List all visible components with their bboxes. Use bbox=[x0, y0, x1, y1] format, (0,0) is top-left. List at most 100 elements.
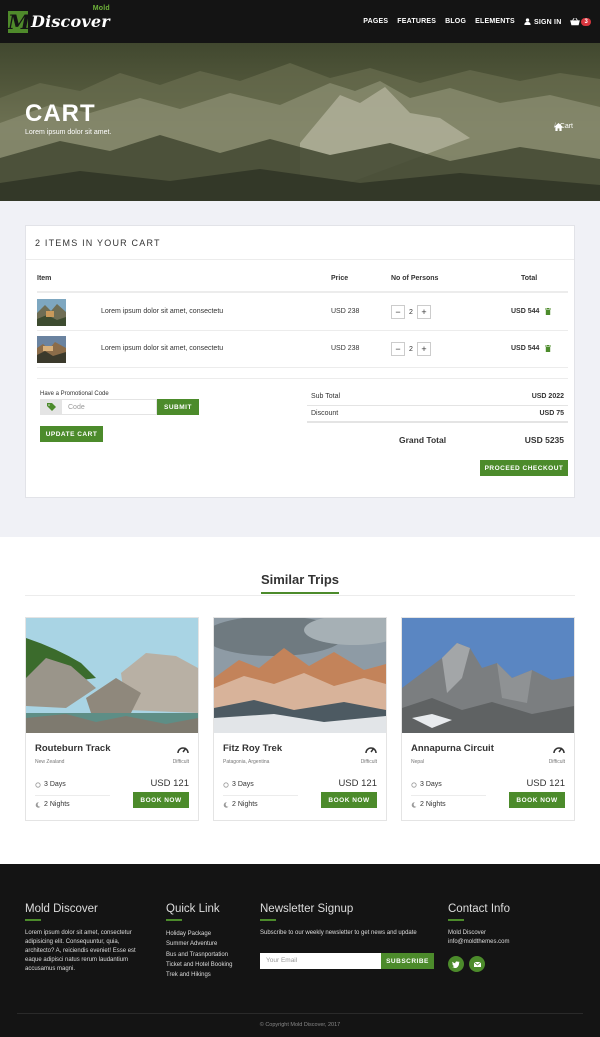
menu-item-elements[interactable]: ELEMENTS bbox=[475, 18, 515, 25]
discount-line: Discount USD 75 bbox=[307, 406, 568, 423]
tag-icon bbox=[40, 399, 62, 415]
footer-contact: Contact Info Mold Discover info@moldthem… bbox=[448, 903, 578, 972]
trip-image[interactable] bbox=[26, 618, 198, 733]
qty-minus-button[interactable]: − bbox=[391, 305, 405, 319]
trash-icon[interactable] bbox=[545, 345, 551, 352]
book-now-button[interactable]: BOOK NOW bbox=[133, 792, 189, 808]
subtotal-value: USD 2022 bbox=[531, 393, 564, 400]
qty-plus-button[interactable]: + bbox=[417, 342, 431, 356]
book-now-button[interactable]: BOOK NOW bbox=[321, 792, 377, 808]
trip-card: Annapurna Circuit Nepal Difficult 3 Days… bbox=[401, 617, 575, 821]
user-icon bbox=[524, 17, 531, 25]
menu-item-features[interactable]: FEATURES bbox=[397, 18, 436, 25]
item-name[interactable]: Lorem ipsum dolor sit amet, consectetu bbox=[101, 345, 223, 352]
trash-icon[interactable] bbox=[545, 308, 551, 315]
grand-total-line: Grand Total USD 5235 bbox=[307, 432, 568, 450]
contact-email[interactable]: info@moldthemes.com bbox=[448, 938, 578, 947]
trip-image[interactable] bbox=[402, 618, 574, 733]
trip-name[interactable]: Routeburn Track bbox=[35, 743, 111, 754]
trip-card: Fitz Roy Trek Patagonia, Argentina Diffi… bbox=[213, 617, 387, 821]
home-icon[interactable] bbox=[553, 123, 563, 131]
copyright: © Copyright Mold Discover, 2017 bbox=[259, 1022, 341, 1028]
mail-icon[interactable] bbox=[469, 956, 485, 972]
trip-image[interactable] bbox=[214, 618, 386, 733]
signin-link[interactable]: SIGN IN bbox=[524, 17, 562, 26]
divider bbox=[25, 595, 575, 596]
footer-quick-links: Quick Link Holiday Package Summer Advent… bbox=[166, 903, 246, 980]
logo[interactable]: M Discover Mold bbox=[8, 5, 110, 34]
title-underline bbox=[261, 592, 339, 594]
submit-promo-button[interactable]: SUBMIT bbox=[157, 399, 199, 415]
footer-news-title: Newsletter Signup bbox=[260, 903, 354, 915]
footer-contact-title: Contact Info bbox=[448, 903, 511, 915]
trip-price: USD 121 bbox=[338, 778, 377, 789]
update-cart-button[interactable]: UPDATE CART bbox=[40, 426, 103, 442]
book-now-button[interactable]: BOOK NOW bbox=[509, 792, 565, 808]
subtotal-line: Sub Total USD 2022 bbox=[307, 389, 568, 406]
contact-name: Mold Discover bbox=[448, 930, 487, 936]
footer-news-text: Subscribe to our weekly newsletter to ge… bbox=[260, 930, 417, 936]
similar-trips-title: Similar Trips bbox=[260, 572, 340, 587]
trip-difficulty: Difficult bbox=[548, 759, 565, 765]
proceed-checkout-button[interactable]: PROCEED CHECKOUT bbox=[480, 460, 568, 476]
discount-value: USD 75 bbox=[539, 410, 564, 417]
trip-location: Nepal bbox=[411, 759, 425, 765]
col-price: Price bbox=[331, 275, 349, 282]
footer-link[interactable]: Summer Adventure bbox=[166, 939, 246, 949]
qty-plus-button[interactable]: + bbox=[417, 305, 431, 319]
logo-text: Discover Mold bbox=[31, 5, 110, 31]
trip-days-label: 3 Days bbox=[420, 781, 442, 788]
logo-tag: Mold bbox=[92, 5, 110, 12]
trip-name[interactable]: Annapurna Circuit bbox=[411, 743, 494, 754]
trip-name[interactable]: Fitz Roy Trek bbox=[223, 743, 282, 754]
twitter-icon[interactable] bbox=[448, 956, 464, 972]
item-thumbnail[interactable] bbox=[37, 336, 66, 363]
item-thumbnail[interactable] bbox=[37, 299, 66, 326]
cart-row: Lorem ipsum dolor sit amet, consectetu U… bbox=[37, 331, 568, 368]
item-total: USD 544 bbox=[511, 308, 540, 315]
menu-item-blog[interactable]: BLOG bbox=[445, 18, 466, 25]
trip-nights: 2 Nights bbox=[35, 801, 70, 808]
footer-link[interactable]: Ticket and Hotel Booking bbox=[166, 960, 246, 970]
heading-underline bbox=[448, 919, 464, 921]
footer-divider bbox=[17, 1013, 583, 1014]
promo-code-input[interactable]: Code bbox=[62, 399, 157, 415]
menu-item-pages[interactable]: PAGES bbox=[363, 18, 388, 25]
qty-minus-button[interactable]: − bbox=[391, 342, 405, 356]
footer-link[interactable]: Bus and Trasnportation bbox=[166, 950, 246, 960]
page-hero: CART Lorem ipsum dolor sit amet. / Cart bbox=[0, 43, 600, 201]
item-name[interactable]: Lorem ipsum dolor sit amet, consectetu bbox=[101, 308, 223, 315]
trip-card: Routeburn Track New Zealand Difficult 3 … bbox=[25, 617, 199, 821]
qty-value[interactable]: 2 bbox=[405, 309, 417, 316]
trip-days-label: 3 Days bbox=[232, 781, 254, 788]
cart-panel: 2 ITEMS IN YOUR CART Item Price No of Pe… bbox=[25, 225, 575, 498]
discount-label: Discount bbox=[311, 410, 339, 417]
item-price: USD 238 bbox=[331, 345, 360, 352]
subscribe-button[interactable]: SUBSCRIBE bbox=[381, 953, 434, 969]
basket-icon bbox=[570, 17, 581, 25]
footer-about-text: Lorem ipsum dolor sit amet, consectetur … bbox=[25, 930, 136, 972]
main-menu: PAGES FEATURES BLOG ELEMENTS SIGN IN 3 bbox=[363, 17, 592, 26]
quantity-stepper: − 2 + bbox=[391, 342, 431, 356]
divider bbox=[223, 795, 298, 796]
divider bbox=[37, 378, 568, 379]
logo-mark: M bbox=[8, 9, 31, 34]
logo-name: Discover bbox=[31, 12, 110, 31]
trip-nights: 2 Nights bbox=[223, 801, 258, 808]
heading-underline bbox=[166, 919, 182, 921]
sun-icon bbox=[35, 781, 41, 788]
email-field[interactable]: Your Email bbox=[260, 953, 381, 969]
item-total: USD 544 bbox=[511, 345, 540, 352]
trip-days: 3 Days bbox=[35, 781, 66, 788]
trip-nights-label: 2 Nights bbox=[420, 801, 446, 808]
footer-link[interactable]: Holiday Package bbox=[166, 929, 246, 939]
cart-table-header: Item Price No of Persons Total bbox=[37, 275, 568, 293]
qty-value[interactable]: 2 bbox=[405, 346, 417, 353]
footer-link[interactable]: Trek and Hikings bbox=[166, 970, 246, 980]
grand-total-label: Grand Total bbox=[399, 435, 447, 445]
page-title: CART bbox=[25, 100, 96, 127]
promo-label: Have a Promotional Code bbox=[40, 391, 109, 397]
cart-link[interactable]: 3 bbox=[570, 17, 591, 26]
footer: Mold Discover Lorem ipsum dolor sit amet… bbox=[0, 864, 600, 1037]
sun-icon bbox=[223, 781, 229, 788]
